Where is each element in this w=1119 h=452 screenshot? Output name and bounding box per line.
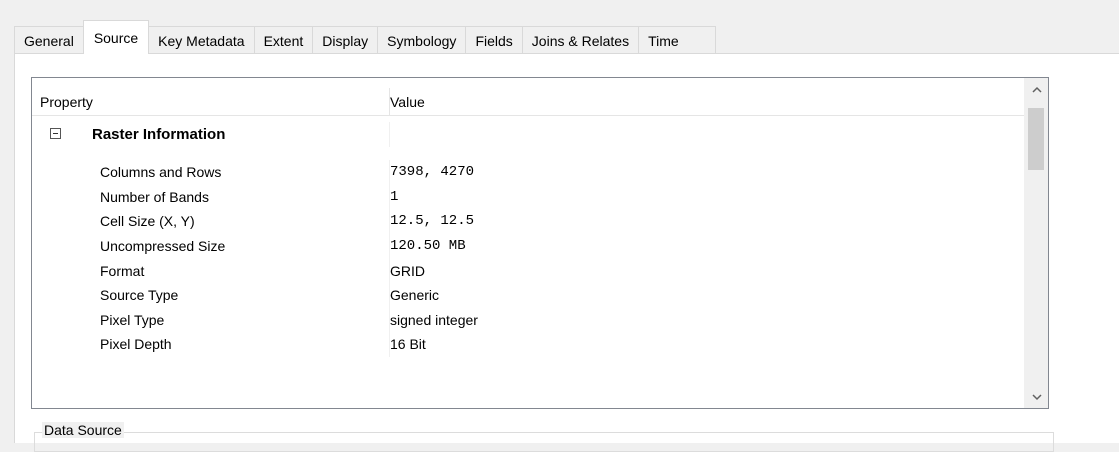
- property-value: 12.5, 12.5: [390, 213, 475, 230]
- category-row-raster-information[interactable]: Raster Information: [32, 122, 1025, 147]
- table-row[interactable]: Number of Bands 1: [32, 184, 1025, 210]
- tab-label: Time: [648, 32, 679, 49]
- tab-label: Display: [322, 32, 369, 49]
- tab-general[interactable]: General: [14, 26, 84, 54]
- property-value: signed integer: [390, 311, 478, 328]
- tab-key-metadata[interactable]: Key Metadata: [148, 26, 255, 54]
- table-row[interactable]: Uncompressed Size 120.50 MB: [32, 233, 1025, 259]
- tab-label: Fields: [475, 32, 513, 49]
- chevron-up-icon[interactable]: [1025, 78, 1048, 100]
- tab-time[interactable]: Time: [638, 26, 716, 54]
- grid-header: Property Value: [32, 88, 1025, 116]
- tab-fields[interactable]: Fields: [465, 26, 523, 54]
- tab-label: Key Metadata: [158, 32, 245, 49]
- table-row[interactable]: Pixel Type signed integer: [32, 307, 1025, 333]
- tab-joins-relates[interactable]: Joins & Relates: [521, 26, 640, 54]
- property-label: Pixel Type: [100, 311, 165, 328]
- scrollbar-thumb[interactable]: [1028, 108, 1044, 170]
- property-label: Source Type: [100, 287, 179, 304]
- table-row[interactable]: Source Type Generic: [32, 283, 1025, 308]
- property-value: GRID: [390, 262, 425, 279]
- tab-label: General: [24, 32, 74, 49]
- property-label: Uncompressed Size: [100, 238, 226, 255]
- value-header-label: Value: [390, 93, 425, 110]
- minus-box-icon[interactable]: [50, 128, 61, 140]
- tab-label: Symbology: [387, 32, 457, 49]
- data-source-label: Data Source: [42, 422, 124, 438]
- category-value-cell: [389, 122, 1026, 147]
- table-row[interactable]: Columns and Rows 7398, 4270: [32, 160, 1025, 185]
- tab-bar: General Source Key Metadata Extent Displ…: [14, 20, 716, 54]
- table-row[interactable]: Format GRID: [32, 258, 1025, 283]
- vertical-scrollbar[interactable]: [1024, 78, 1048, 408]
- property-value: Generic: [390, 287, 440, 304]
- tab-label: Source: [93, 29, 139, 46]
- category-cell: Raster Information: [32, 122, 389, 147]
- property-label: Columns and Rows: [100, 164, 222, 181]
- property-value: 16 Bit: [390, 336, 426, 353]
- property-grid[interactable]: Property Value Raster Information Column…: [31, 77, 1049, 409]
- value-column-header[interactable]: Value: [389, 88, 1026, 115]
- tab-display[interactable]: Display: [312, 26, 379, 54]
- property-value: 1: [390, 188, 399, 205]
- property-label: Pixel Depth: [100, 336, 172, 353]
- table-row[interactable]: Pixel Depth 16 Bit: [32, 332, 1025, 357]
- property-label: Number of Bands: [100, 188, 209, 205]
- tab-label: Extent: [263, 32, 304, 49]
- property-label: Cell Size (X, Y): [100, 213, 195, 230]
- data-source-groupbox: [34, 432, 1054, 452]
- chevron-down-icon[interactable]: [1025, 386, 1048, 408]
- property-header-label: Property: [40, 93, 93, 110]
- category-label: Raster Information: [92, 125, 226, 143]
- property-label: Format: [100, 262, 145, 279]
- tab-label: Joins & Relates: [531, 32, 630, 49]
- table-row[interactable]: Cell Size (X, Y) 12.5, 12.5: [32, 209, 1025, 234]
- property-value: 120.50 MB: [390, 238, 466, 255]
- tab-extent[interactable]: Extent: [253, 26, 314, 54]
- tab-source[interactable]: Source: [82, 20, 150, 54]
- property-value: 7398, 4270: [390, 164, 475, 181]
- tab-symbology[interactable]: Symbology: [377, 26, 467, 54]
- property-column-header[interactable]: Property: [32, 88, 389, 115]
